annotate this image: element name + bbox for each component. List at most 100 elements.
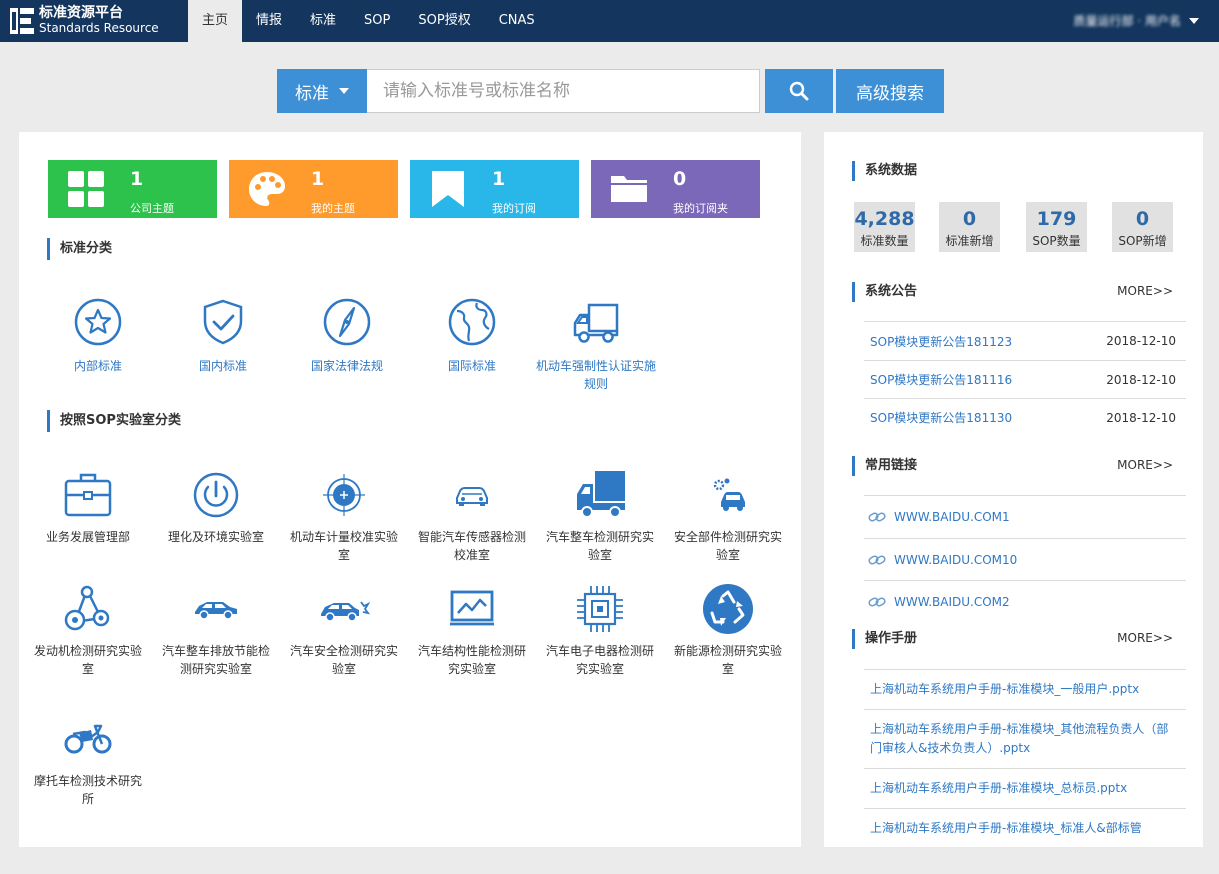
- lab-label: 汽车整车检测研究实验室: [545, 530, 654, 562]
- category-ccc-rules[interactable]: 机动车强制性认证实施规则: [536, 297, 656, 393]
- notice-title-link[interactable]: SOP模块更新公告181116: [870, 371, 1012, 388]
- notice-title-link[interactable]: SOP模块更新公告181130: [870, 409, 1012, 426]
- notice-item: SOP模块更新公告181130 2018-12-10: [864, 398, 1186, 436]
- search-input[interactable]: [367, 69, 760, 113]
- category-label: 机动车强制性认证实施规则: [536, 359, 657, 391]
- nav-home[interactable]: 主页: [188, 0, 243, 42]
- notice-date: 2018-12-10: [1106, 372, 1176, 387]
- link-url[interactable]: WWW.BAIDU.COM1: [894, 510, 1010, 524]
- tile-my-subscriptions[interactable]: 1 我的订阅: [410, 160, 579, 218]
- tile-my-folders[interactable]: 0 我的订阅夹: [591, 160, 760, 218]
- category-internal[interactable]: 内部标准: [38, 297, 158, 375]
- nav-sop-auth[interactable]: SOP授权: [404, 0, 484, 42]
- engine-belt-icon: [64, 585, 110, 631]
- category-domestic[interactable]: 国内标准: [163, 297, 283, 375]
- lab-label: 发动机检测研究实验室: [33, 644, 142, 676]
- manual-item: 上海机动车系统用户手册-标准模块_总标员.pptx: [864, 768, 1186, 808]
- tile-label: 我的主题: [311, 202, 355, 215]
- manual-link[interactable]: 上海机动车系统用户手册-标准模块_总标员.pptx: [870, 781, 1127, 795]
- link-list: WWW.BAIDU.COM1 WWW.BAIDU.COM10 WWW.BAIDU…: [864, 495, 1186, 622]
- lab-label: 机动车计量校准实验室: [289, 530, 398, 562]
- links-more-link[interactable]: MORE>>: [1117, 458, 1173, 472]
- notice-date: 2018-12-10: [1106, 410, 1176, 425]
- lab-label: 汽车安全检测研究实验室: [289, 644, 398, 676]
- car-parts-icon: [713, 478, 745, 511]
- link-url[interactable]: WWW.BAIDU.COM10: [894, 553, 1017, 567]
- manual-link[interactable]: 上海机动车系统用户手册-标准模块_标准人&部标管: [870, 821, 1142, 835]
- stat-standards-new: 0 标准新增: [939, 202, 1000, 252]
- link-icon: [868, 555, 886, 564]
- bookmark-icon: [432, 171, 464, 207]
- manual-link[interactable]: 上海机动车系统用户手册-标准模块_其他流程负责人（部门审核人&技术负责人）.pp…: [870, 722, 1168, 755]
- search-icon: [789, 81, 809, 101]
- stat-label: 标准数量: [860, 234, 909, 248]
- nav-sop[interactable]: SOP: [350, 0, 404, 42]
- lab-smart-sensor[interactable]: 智能汽车传感器检测校准室: [413, 468, 531, 564]
- brand[interactable]: 标准资源平台 Standards Resource: [10, 4, 159, 38]
- lab-physical-chemical[interactable]: 理化及环境实验室: [157, 468, 275, 546]
- stat-value: 179: [1036, 208, 1077, 230]
- manual-item: 上海机动车系统用户手册-标准模块_一般用户.pptx: [864, 670, 1186, 709]
- search-type-dropdown[interactable]: 标准: [277, 69, 367, 113]
- notice-item: SOP模块更新公告181123 2018-12-10: [864, 322, 1186, 360]
- lab-safety-parts[interactable]: 安全部件检测研究实验室: [669, 468, 787, 564]
- lab-engine[interactable]: 发动机检测研究实验室: [29, 582, 147, 678]
- nav-cnas[interactable]: CNAS: [485, 0, 549, 42]
- manual-link[interactable]: 上海机动车系统用户手册-标准模块_一般用户.pptx: [870, 682, 1139, 696]
- power-gauge-icon: [193, 472, 239, 518]
- lab-label: 汽车结构性能检测研究实验室: [417, 644, 526, 676]
- tile-my-topics[interactable]: 1 我的主题: [229, 160, 398, 218]
- chip-icon: [577, 586, 623, 632]
- lab-structural[interactable]: 汽车结构性能检测研究实验室: [413, 582, 531, 678]
- globe-icon: [448, 298, 496, 346]
- manuals-more-link[interactable]: MORE>>: [1117, 631, 1173, 645]
- briefcase-icon: [64, 473, 112, 517]
- tile-company-topics[interactable]: 1 公司主题: [48, 160, 217, 218]
- nav-standards[interactable]: 标准: [296, 0, 350, 42]
- category-international[interactable]: 国际标准: [412, 297, 532, 375]
- manual-list: 上海机动车系统用户手册-标准模块_一般用户.pptx 上海机动车系统用户手册-标…: [864, 669, 1186, 847]
- lab-motorcycle[interactable]: 摩托车检测技术研究所: [29, 712, 147, 808]
- search-button[interactable]: [765, 69, 833, 113]
- folder-icon: [611, 176, 647, 202]
- top-navbar: 标准资源平台 Standards Resource 主页 情报 标准 SOP S…: [0, 0, 1219, 42]
- lab-business-dev[interactable]: 业务发展管理部: [29, 468, 147, 546]
- user-menu[interactable]: 质量运行部 · 用户名: [1074, 0, 1199, 42]
- section-title-notices: 系统公告: [852, 282, 917, 302]
- lab-emission[interactable]: 汽车整车排放节能检测研究实验室: [157, 582, 275, 678]
- lab-vehicle-safety[interactable]: 汽车安全检测研究实验室: [285, 582, 403, 678]
- tile-label: 公司主题: [130, 202, 174, 215]
- section-title-links: 常用链接: [852, 456, 917, 476]
- link-icon: [868, 597, 886, 606]
- lab-label: 安全部件检测研究实验室: [673, 530, 782, 562]
- link-url[interactable]: WWW.BAIDU.COM2: [894, 595, 1010, 609]
- category-label: 国际标准: [447, 359, 496, 373]
- car-sensor-icon: [456, 487, 488, 506]
- notice-title-link[interactable]: SOP模块更新公告181123: [870, 333, 1012, 350]
- notices-more-link[interactable]: MORE>>: [1117, 284, 1173, 298]
- lab-vehicle-testing[interactable]: 汽车整车检测研究实验室: [541, 468, 659, 564]
- compass-icon: [323, 298, 371, 346]
- chevron-down-icon: [1189, 18, 1199, 24]
- lab-electronics[interactable]: 汽车电子电器检测研究实验室: [541, 582, 659, 678]
- target-icon: [323, 474, 365, 516]
- shield-check-icon: [203, 299, 243, 345]
- stat-sop-new: 0 SOP新增: [1112, 202, 1173, 252]
- tile-count: 0: [673, 168, 687, 190]
- palette-icon: [249, 172, 285, 206]
- section-title-labs: 按照SOP实验室分类: [47, 410, 181, 432]
- category-label: 国家法律法规: [310, 359, 383, 373]
- lab-metrology[interactable]: 机动车计量校准实验室: [285, 468, 403, 564]
- car-emission-icon: [195, 602, 237, 620]
- manual-item: 上海机动车系统用户手册-标准模块_标准人&部标管: [864, 808, 1186, 847]
- lab-new-energy[interactable]: 新能源检测研究实验室: [669, 582, 787, 678]
- advanced-search-button[interactable]: 高级搜索: [836, 69, 944, 113]
- stat-value: 4,288: [854, 208, 915, 230]
- link-item: WWW.BAIDU.COM1: [864, 496, 1186, 538]
- stat-label: 标准新增: [945, 234, 994, 248]
- category-label: 内部标准: [73, 359, 122, 373]
- category-laws[interactable]: 国家法律法规: [287, 297, 407, 375]
- lab-label: 新能源检测研究实验室: [673, 644, 782, 676]
- nav-intelligence[interactable]: 情报: [242, 0, 296, 42]
- tile-count: 1: [311, 168, 325, 190]
